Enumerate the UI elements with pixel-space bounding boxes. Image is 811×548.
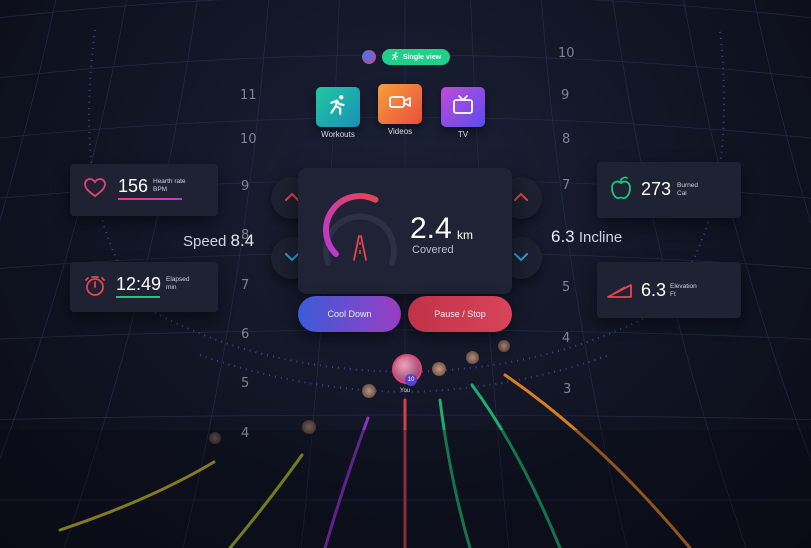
elevation-label: Elevation <box>670 283 697 290</box>
distance-label: Covered <box>412 244 454 256</box>
left-scale-7: 7 <box>241 278 250 293</box>
elevation-card: 6.3 Elevation Ft <box>597 262 741 318</box>
chevron-down-icon <box>513 249 529 267</box>
calories-card: 273 Burned Cal <box>597 162 741 218</box>
speed-label-text: Speed <box>183 233 227 250</box>
right-scale-4: 4 <box>562 331 571 346</box>
elevation-unit: Ft <box>670 291 676 298</box>
calories-unit: Cal <box>677 190 687 197</box>
elapsed-unit: min <box>166 284 177 291</box>
videos-tile[interactable] <box>378 84 422 124</box>
incline-label-text: Incline <box>578 229 623 246</box>
distance-gauge <box>323 193 397 265</box>
tv-label: TV <box>457 130 469 139</box>
tv-tile[interactable] <box>441 87 485 127</box>
speed-label: Speed 8.4 <box>183 231 254 251</box>
you-rank-badge: 10 <box>405 374 417 386</box>
heart-rate-card: 156 Hearth rate BPM <box>70 164 218 216</box>
user-avatar[interactable] <box>362 50 376 64</box>
left-scale-9: 9 <box>241 179 250 194</box>
heart-rate-unit: BPM <box>153 186 168 193</box>
distance-value: 2.4 <box>410 212 452 245</box>
runner-avatar[interactable] <box>209 432 221 444</box>
single-view-toggle[interactable]: Single view <box>382 49 450 65</box>
right-scale-8: 8 <box>562 132 571 147</box>
right-scale-10: 10 <box>558 46 575 61</box>
elapsed-label: Elapsed <box>166 276 190 283</box>
speed-value: 8.4 <box>230 231 255 250</box>
left-scale-5: 5 <box>241 376 250 391</box>
right-scale-5: 5 <box>562 280 571 295</box>
left-scale-6: 6 <box>241 327 250 342</box>
workouts-tile[interactable] <box>316 87 360 127</box>
workouts-label: Workouts <box>321 130 355 139</box>
elapsed-bar <box>116 296 160 298</box>
incline-icon <box>607 282 633 305</box>
incline-label: 6.3 Incline <box>551 227 622 247</box>
heart-rate-value: 156 <box>118 176 149 196</box>
left-scale-4: 4 <box>241 426 250 441</box>
heart-rate-bar <box>118 198 182 200</box>
left-scale-11: 11 <box>240 88 257 103</box>
elapsed-value: 12:49 <box>116 274 162 294</box>
tv-icon <box>452 94 474 120</box>
right-scale-3: 3 <box>563 382 572 397</box>
stopwatch-icon <box>84 275 106 302</box>
distance-unit: km <box>457 228 473 242</box>
left-scale-10: 10 <box>240 132 257 147</box>
distance-panel: 2.4 km Covered <box>298 168 512 294</box>
runner-avatar[interactable] <box>432 362 446 376</box>
elevation-value: 6.3 <box>641 280 667 300</box>
video-camera-icon <box>389 94 411 115</box>
calories-label: Burned <box>677 182 698 189</box>
runner-avatar[interactable] <box>466 351 479 364</box>
heart-icon <box>84 178 106 203</box>
single-view-label: Single view <box>402 53 442 61</box>
road-icon <box>353 235 367 261</box>
runner-avatar[interactable] <box>498 340 510 352</box>
videos-label: Videos <box>387 127 413 136</box>
right-scale-9: 9 <box>561 88 570 103</box>
apple-icon <box>611 176 631 205</box>
runner-avatar[interactable] <box>362 384 376 398</box>
calories-value: 273 <box>641 179 672 199</box>
you-label: You <box>400 388 411 394</box>
pause-stop-button[interactable]: Pause / Stop <box>408 296 512 332</box>
elapsed-card: 12:49 Elapsed min <box>70 262 218 312</box>
runner-icon <box>391 52 399 62</box>
right-scale-7: 7 <box>562 178 571 193</box>
heart-rate-label: Hearth rate <box>153 178 186 185</box>
runner-icon <box>327 94 349 121</box>
chevron-up-icon <box>513 189 529 207</box>
runner-avatar[interactable] <box>302 420 316 434</box>
incline-value: 6.3 <box>551 227 575 246</box>
cool-down-button[interactable]: Cool Down <box>298 296 401 332</box>
